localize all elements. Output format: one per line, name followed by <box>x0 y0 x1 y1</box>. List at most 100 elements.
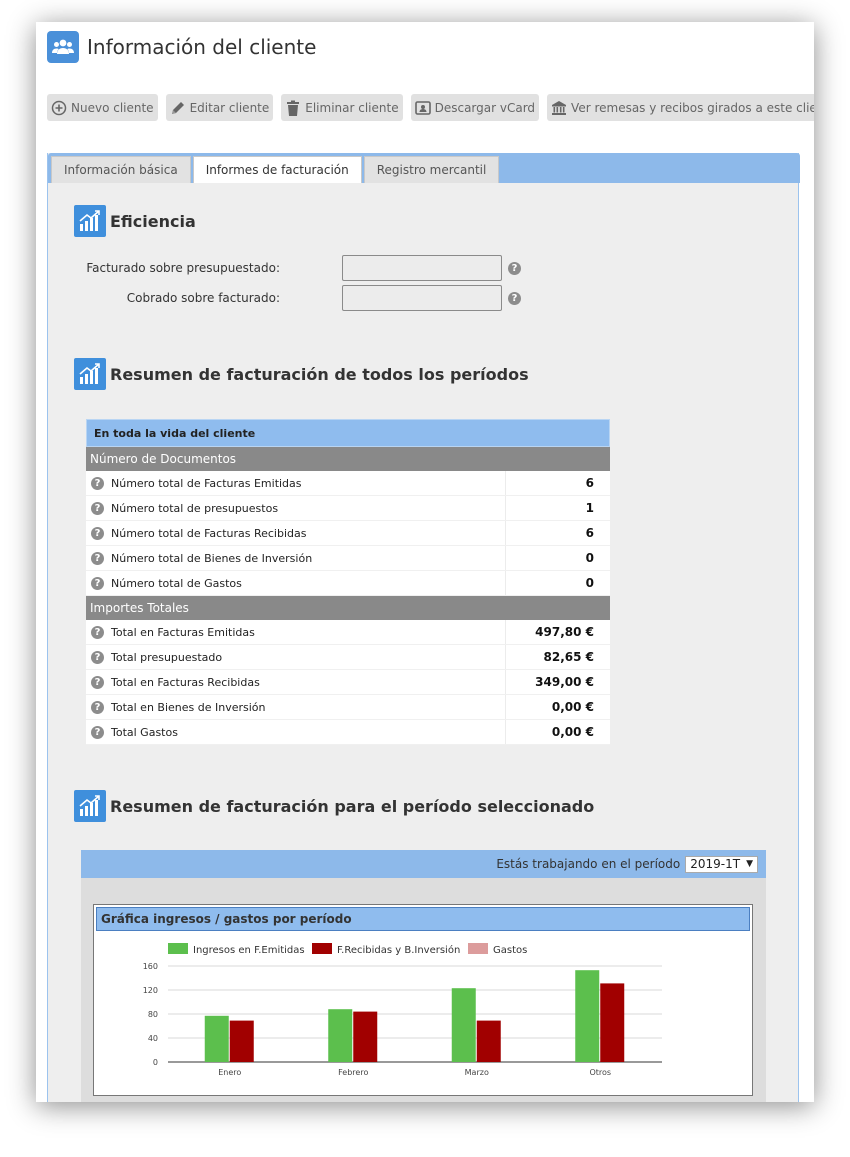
view-remittances-button[interactable]: Ver remesas y recibos girados a este cli… <box>547 94 814 121</box>
page-title: Información del cliente <box>87 35 317 59</box>
title-bar: Información del cliente <box>47 31 316 63</box>
chart-title: Gráfica ingresos / gastos por período <box>96 907 750 931</box>
plus-circle-icon <box>51 100 67 116</box>
y-tick-label: 80 <box>148 1010 158 1019</box>
bar <box>476 1020 501 1062</box>
summary-period-header: Resumen de facturación para el período s… <box>74 790 594 822</box>
row-label: Número total de Facturas Recibidas <box>111 521 506 545</box>
dropdown-arrow-icon: ▼ <box>746 859 753 869</box>
period-select[interactable]: 2019-1T ▼ <box>685 855 758 873</box>
row-value: 6 <box>585 526 594 540</box>
row-value: 0 <box>585 576 594 590</box>
help-icon[interactable]: ? <box>91 725 104 739</box>
tab-basic-info[interactable]: Información básica <box>51 156 191 183</box>
client-window: Información del cliente Nuevo cliente Ed… <box>36 22 814 1102</box>
chart-icon <box>74 358 106 390</box>
x-tick-label: Enero <box>218 1068 241 1077</box>
toolbar: Nuevo cliente Editar cliente Eliminar cl… <box>47 94 814 121</box>
collected-vs-billed-field[interactable] <box>342 285 502 311</box>
row-label: Total Gastos <box>111 720 506 744</box>
period-label: Estás trabajando en el período <box>496 857 681 871</box>
table-row: ? Total en Bienes de Inversión 0,00 € <box>86 695 610 720</box>
vcard-icon <box>414 100 431 116</box>
tab-commercial-registry[interactable]: Registro mercantil <box>363 156 500 183</box>
table-row: ? Total en Facturas Emitidas 497,80 € <box>86 620 610 645</box>
collected-vs-billed-label: Cobrado sobre facturado: <box>126 291 280 305</box>
bar <box>353 1011 378 1062</box>
bar <box>451 988 476 1062</box>
group-header-totals: Importes Totales <box>86 596 610 620</box>
help-icon[interactable]: ? <box>91 675 104 689</box>
table-row: ? Número total de Facturas Recibidas 6 <box>86 521 610 546</box>
table-row: ? Total Gastos 0,00 € <box>86 720 610 745</box>
row-value: 349,00 € <box>535 675 594 689</box>
help-icon[interactable]: ? <box>508 291 521 305</box>
billing-panel: Información básica Informes de facturaci… <box>47 153 800 1102</box>
help-icon[interactable]: ? <box>508 261 521 275</box>
y-tick-label: 120 <box>143 986 158 995</box>
row-label: Número total de Facturas Emitidas <box>111 471 506 495</box>
row-label: Número total de presupuestos <box>111 496 506 520</box>
row-value: 6 <box>585 476 594 490</box>
legend-swatch <box>468 943 488 954</box>
chart-icon <box>74 790 106 822</box>
bar <box>328 1009 353 1062</box>
legend-swatch <box>168 943 188 954</box>
help-icon[interactable]: ? <box>91 501 104 515</box>
table-row: ? Total presupuestado 82,65 € <box>86 645 610 670</box>
edit-client-button[interactable]: Editar cliente <box>165 94 274 121</box>
summary-table: En toda la vida del cliente Número de Do… <box>86 419 610 745</box>
new-client-label: Nuevo cliente <box>71 100 154 115</box>
row-value: 0,00 € <box>551 700 594 714</box>
pencil-icon <box>170 100 186 116</box>
help-icon[interactable]: ? <box>91 551 104 565</box>
efficiency-header: Eficiencia <box>74 205 196 237</box>
chart-container: Gráfica ingresos / gastos por período In… <box>93 904 753 1096</box>
period-section: Estás trabajando en el período 2019-1T ▼… <box>81 850 766 1102</box>
bank-icon <box>551 100 567 116</box>
efficiency-title: Eficiencia <box>110 211 196 231</box>
billed-vs-budgeted-field[interactable] <box>342 255 502 281</box>
help-icon[interactable]: ? <box>91 650 104 664</box>
bar <box>575 970 600 1062</box>
row-label: Número total de Gastos <box>111 571 506 595</box>
delete-client-label: Eliminar cliente <box>305 100 399 115</box>
new-client-button[interactable]: Nuevo cliente <box>47 94 158 121</box>
row-value: 497,80 € <box>535 625 594 639</box>
table-row: ? Número total de presupuestos 1 <box>86 496 610 521</box>
row-label: Total presupuestado <box>111 645 506 669</box>
row-label: Total en Facturas Emitidas <box>111 620 506 644</box>
table-row: ? Total en Facturas Recibidas 349,00 € <box>86 670 610 695</box>
download-vcard-label: Descargar vCard <box>434 100 536 115</box>
row-value: 82,65 € <box>543 650 594 664</box>
y-tick-label: 40 <box>148 1034 158 1043</box>
bar <box>600 983 625 1062</box>
summary-all-header: Resumen de facturación de todos los perí… <box>74 358 529 390</box>
help-icon[interactable]: ? <box>91 526 104 540</box>
period-bar: Estás trabajando en el período 2019-1T ▼ <box>81 850 766 878</box>
tab-billing-reports[interactable]: Informes de facturación <box>192 156 362 183</box>
chart-icon <box>74 205 106 237</box>
bar-chart: Ingresos en F.Emitidas F.Recibidas y B.In… <box>143 943 662 1077</box>
y-tick-label: 160 <box>143 962 158 971</box>
y-tick-label: 0 <box>153 1058 158 1067</box>
help-icon[interactable]: ? <box>91 625 104 639</box>
download-vcard-button[interactable]: Descargar vCard <box>410 94 540 121</box>
tab-bar: Información básica Informes de facturaci… <box>48 153 800 183</box>
help-icon[interactable]: ? <box>91 476 104 490</box>
row-label: Número total de Bienes de Inversión <box>111 546 506 570</box>
x-tick-label: Otros <box>589 1068 611 1077</box>
table-row: ? Número total de Gastos 0 <box>86 571 610 596</box>
legend-label: Ingresos en F.Emitidas <box>193 945 305 956</box>
help-icon[interactable]: ? <box>91 576 104 590</box>
bar <box>229 1020 254 1062</box>
row-value: 0,00 € <box>551 725 594 739</box>
edit-client-label: Editar cliente <box>189 100 270 115</box>
help-icon[interactable]: ? <box>91 700 104 714</box>
billed-vs-budgeted-label: Facturado sobre presupuestado: <box>86 261 280 275</box>
table-row: ? Número total de Facturas Emitidas 6 <box>86 471 610 496</box>
legend-swatch <box>312 943 332 954</box>
users-icon <box>47 31 79 63</box>
row-label: Total en Facturas Recibidas <box>111 670 506 694</box>
delete-client-button[interactable]: Eliminar cliente <box>281 94 403 121</box>
